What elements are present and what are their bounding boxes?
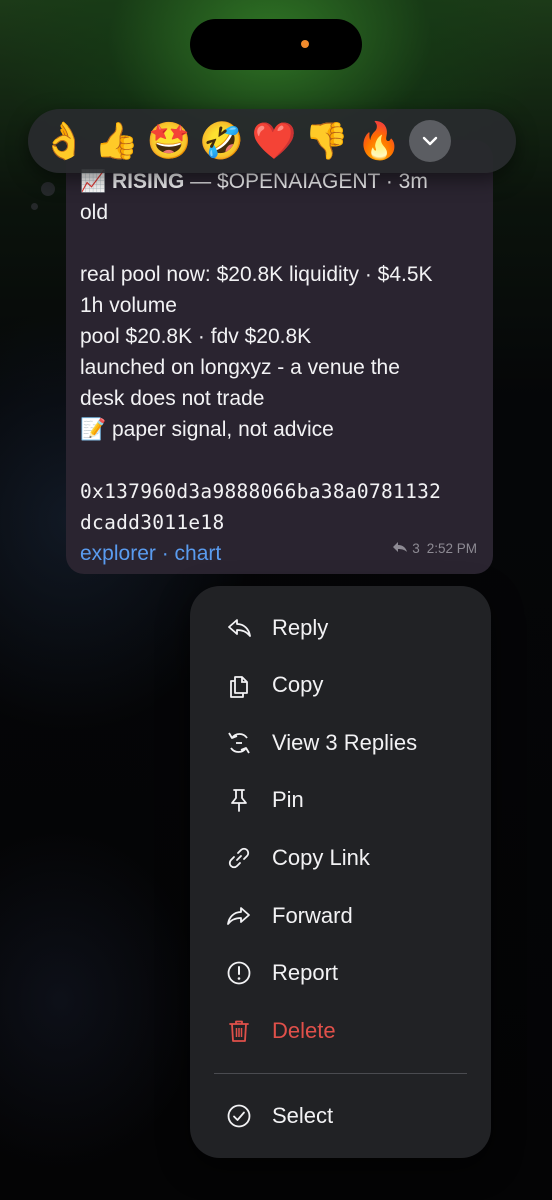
explorer-link[interactable]: explorer xyxy=(80,542,156,565)
pin-icon xyxy=(226,787,252,813)
reply-icon xyxy=(226,615,252,641)
menu-label: Delete xyxy=(272,1018,336,1043)
expand-reactions-button[interactable] xyxy=(408,120,451,162)
trash-icon xyxy=(226,1018,252,1044)
menu-item-reply[interactable]: Reply xyxy=(190,603,491,653)
memo-emoji: 📝 xyxy=(80,418,107,441)
heart-emoji[interactable]: ❤️ xyxy=(248,115,301,167)
menu-item-copy[interactable]: Copy xyxy=(190,660,491,710)
menu-label: Report xyxy=(272,960,339,985)
contract-address[interactable]: 0x137960d3a9888066ba38a0781132 xyxy=(80,476,479,507)
chart-link[interactable]: chart xyxy=(175,542,222,565)
fire-emoji[interactable]: 🔥 xyxy=(353,115,406,167)
message-line: pool $20.8K · fdv $20.8K xyxy=(80,325,312,348)
message-line: launched on longxyz - a venue the xyxy=(80,356,400,379)
message-line: old xyxy=(80,201,109,224)
message-time: 2:52 PM xyxy=(426,541,477,556)
menu-item-delete[interactable]: Delete xyxy=(190,1006,491,1056)
menu-item-select[interactable]: Select xyxy=(190,1091,491,1141)
message-line: real pool now: $20.8K liquidity · $4.5K xyxy=(80,263,433,286)
dynamic-island xyxy=(190,19,362,70)
menu-item-report[interactable]: Report xyxy=(190,948,491,998)
menu-label: Reply xyxy=(272,615,329,640)
chart-increasing-emoji: 📈 xyxy=(80,170,107,193)
replies-icon xyxy=(226,730,252,756)
thumbs-down-emoji[interactable]: 👎 xyxy=(301,115,354,167)
thumbs-up-emoji[interactable]: 👍 xyxy=(91,115,144,167)
menu-label: Pin xyxy=(272,787,304,812)
token-and-age: — $OPENAIAGENT · 3m xyxy=(184,170,428,193)
menu-item-pin[interactable]: Pin xyxy=(190,775,491,825)
menu-label: View 3 Replies xyxy=(272,730,418,755)
message-meta: 3 2:52 PM xyxy=(392,533,477,564)
disclaimer-text: paper signal, not advice xyxy=(106,418,334,441)
menu-label: Copy xyxy=(272,672,324,697)
camera-indicator-dot xyxy=(301,40,309,48)
menu-item-copy-link[interactable]: Copy Link xyxy=(190,833,491,883)
link-separator: · xyxy=(155,542,175,565)
ok-hand-emoji[interactable]: 👌 xyxy=(38,115,91,167)
chevron-down-icon xyxy=(422,136,437,146)
menu-label: Copy Link xyxy=(272,845,370,870)
message-line: desk does not trade xyxy=(80,387,265,410)
signal-label: RISING xyxy=(112,170,185,193)
reply-count: 3 xyxy=(412,541,420,556)
disclaimer-line: 📝 paper signal, not advice xyxy=(80,414,479,445)
message-context-menu: Reply Copy View 3 Replies Pin Copy Link … xyxy=(190,586,491,1158)
copy-icon xyxy=(226,672,252,698)
menu-divider xyxy=(214,1073,467,1074)
menu-label: Forward xyxy=(272,903,353,928)
message-bubble[interactable]: 📈 RISING — $OPENAIAGENT · 3m old real po… xyxy=(66,140,493,574)
menu-item-view-replies[interactable]: View 3 Replies xyxy=(190,718,491,768)
menu-item-forward[interactable]: Forward xyxy=(190,891,491,941)
checkmark-circle-icon xyxy=(226,1103,252,1129)
message-line: 1h volume xyxy=(80,294,177,317)
star-struck-emoji[interactable]: 🤩 xyxy=(143,115,196,167)
reaction-bar: 👌 👍 🤩 🤣 ❤️ 👎 🔥 xyxy=(28,109,516,173)
menu-label: Select xyxy=(272,1103,334,1128)
forward-icon xyxy=(226,903,252,929)
link-icon xyxy=(226,845,252,871)
rofl-emoji[interactable]: 🤣 xyxy=(196,115,249,167)
exclamation-circle-icon xyxy=(226,960,252,986)
reply-arrow-icon xyxy=(392,533,408,564)
